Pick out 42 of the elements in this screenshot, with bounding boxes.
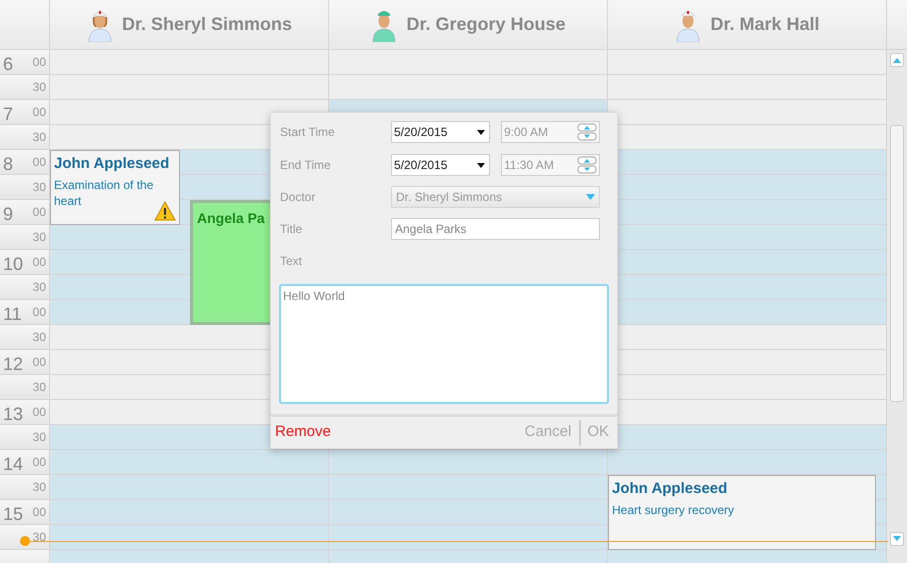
minute-label: 30	[32, 430, 46, 444]
minute-label: 30	[32, 530, 46, 544]
hour-label: 7	[3, 104, 14, 124]
minute-label: 00	[32, 405, 46, 419]
appointment-text: Examination of the heart	[54, 177, 154, 209]
minute-label: 00	[32, 55, 46, 69]
minute-label: 30	[32, 230, 46, 244]
minute-label: 30	[32, 180, 46, 194]
appointment-title: Angela Pa	[197, 209, 265, 227]
minute-label: 30	[32, 330, 46, 344]
field-label: Start Time	[279, 124, 336, 141]
hour-label: 14	[3, 454, 24, 474]
appointment-text: Heart surgery recovery	[612, 502, 736, 518]
minute-label: 30	[32, 380, 46, 394]
hour-label: 10	[3, 254, 24, 274]
field-label: Title	[279, 221, 304, 238]
hour-label: 9	[3, 204, 14, 224]
minute-label: 00	[32, 305, 46, 319]
minute-label: 30	[32, 280, 46, 294]
minute-label: 30	[32, 480, 46, 494]
doctor-name: Dr. Sheryl Simmons	[122, 13, 292, 36]
hour-label: 6	[3, 54, 14, 74]
hour-label: 11	[3, 304, 22, 324]
field-label: Text	[279, 253, 302, 270]
doctor-name: Dr. Gregory House	[406, 13, 566, 36]
minute-label: 30	[32, 80, 46, 94]
hour-label: 15	[3, 504, 24, 524]
hour-label: 13	[3, 404, 24, 424]
minute-label: 00	[32, 255, 46, 269]
minute-label: 30	[32, 130, 46, 144]
doctor-name: Dr. Mark Hall	[710, 13, 820, 36]
minute-label: 00	[32, 155, 46, 169]
minute-label: 00	[32, 205, 46, 219]
hour-label: 8	[3, 154, 14, 174]
field-label: End Time	[279, 157, 332, 174]
hour-label: 12	[3, 354, 24, 374]
appointment-title: John Appleseed	[612, 479, 728, 499]
minute-label: 00	[32, 105, 46, 119]
minute-label: 00	[32, 505, 46, 519]
minute-label: 00	[32, 455, 46, 469]
appointment-title: John Appleseed	[54, 154, 170, 174]
minute-label: 00	[32, 355, 46, 369]
